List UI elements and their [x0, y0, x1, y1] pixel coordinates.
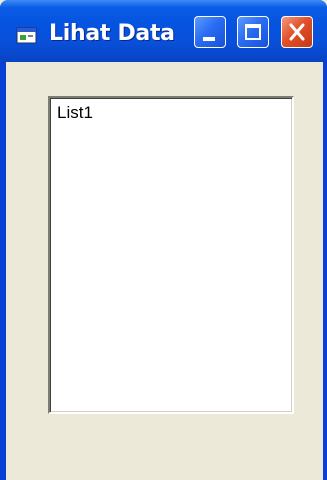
application-window: Lihat Data List1 [0, 0, 327, 480]
window-title: Lihat Data [49, 21, 175, 46]
maximize-button[interactable] [237, 16, 269, 48]
minimize-button[interactable] [194, 16, 226, 48]
minimize-icon [203, 37, 215, 41]
list-item[interactable]: List1 [57, 103, 93, 123]
form-client-area: List1 [6, 62, 327, 480]
close-button[interactable] [281, 16, 313, 48]
window-border-right [323, 62, 327, 480]
title-bar[interactable]: Lihat Data [0, 0, 327, 62]
maximize-icon [245, 24, 261, 40]
app-form-icon[interactable] [16, 27, 38, 45]
close-icon [287, 21, 307, 43]
data-listbox[interactable]: List1 [48, 96, 294, 414]
